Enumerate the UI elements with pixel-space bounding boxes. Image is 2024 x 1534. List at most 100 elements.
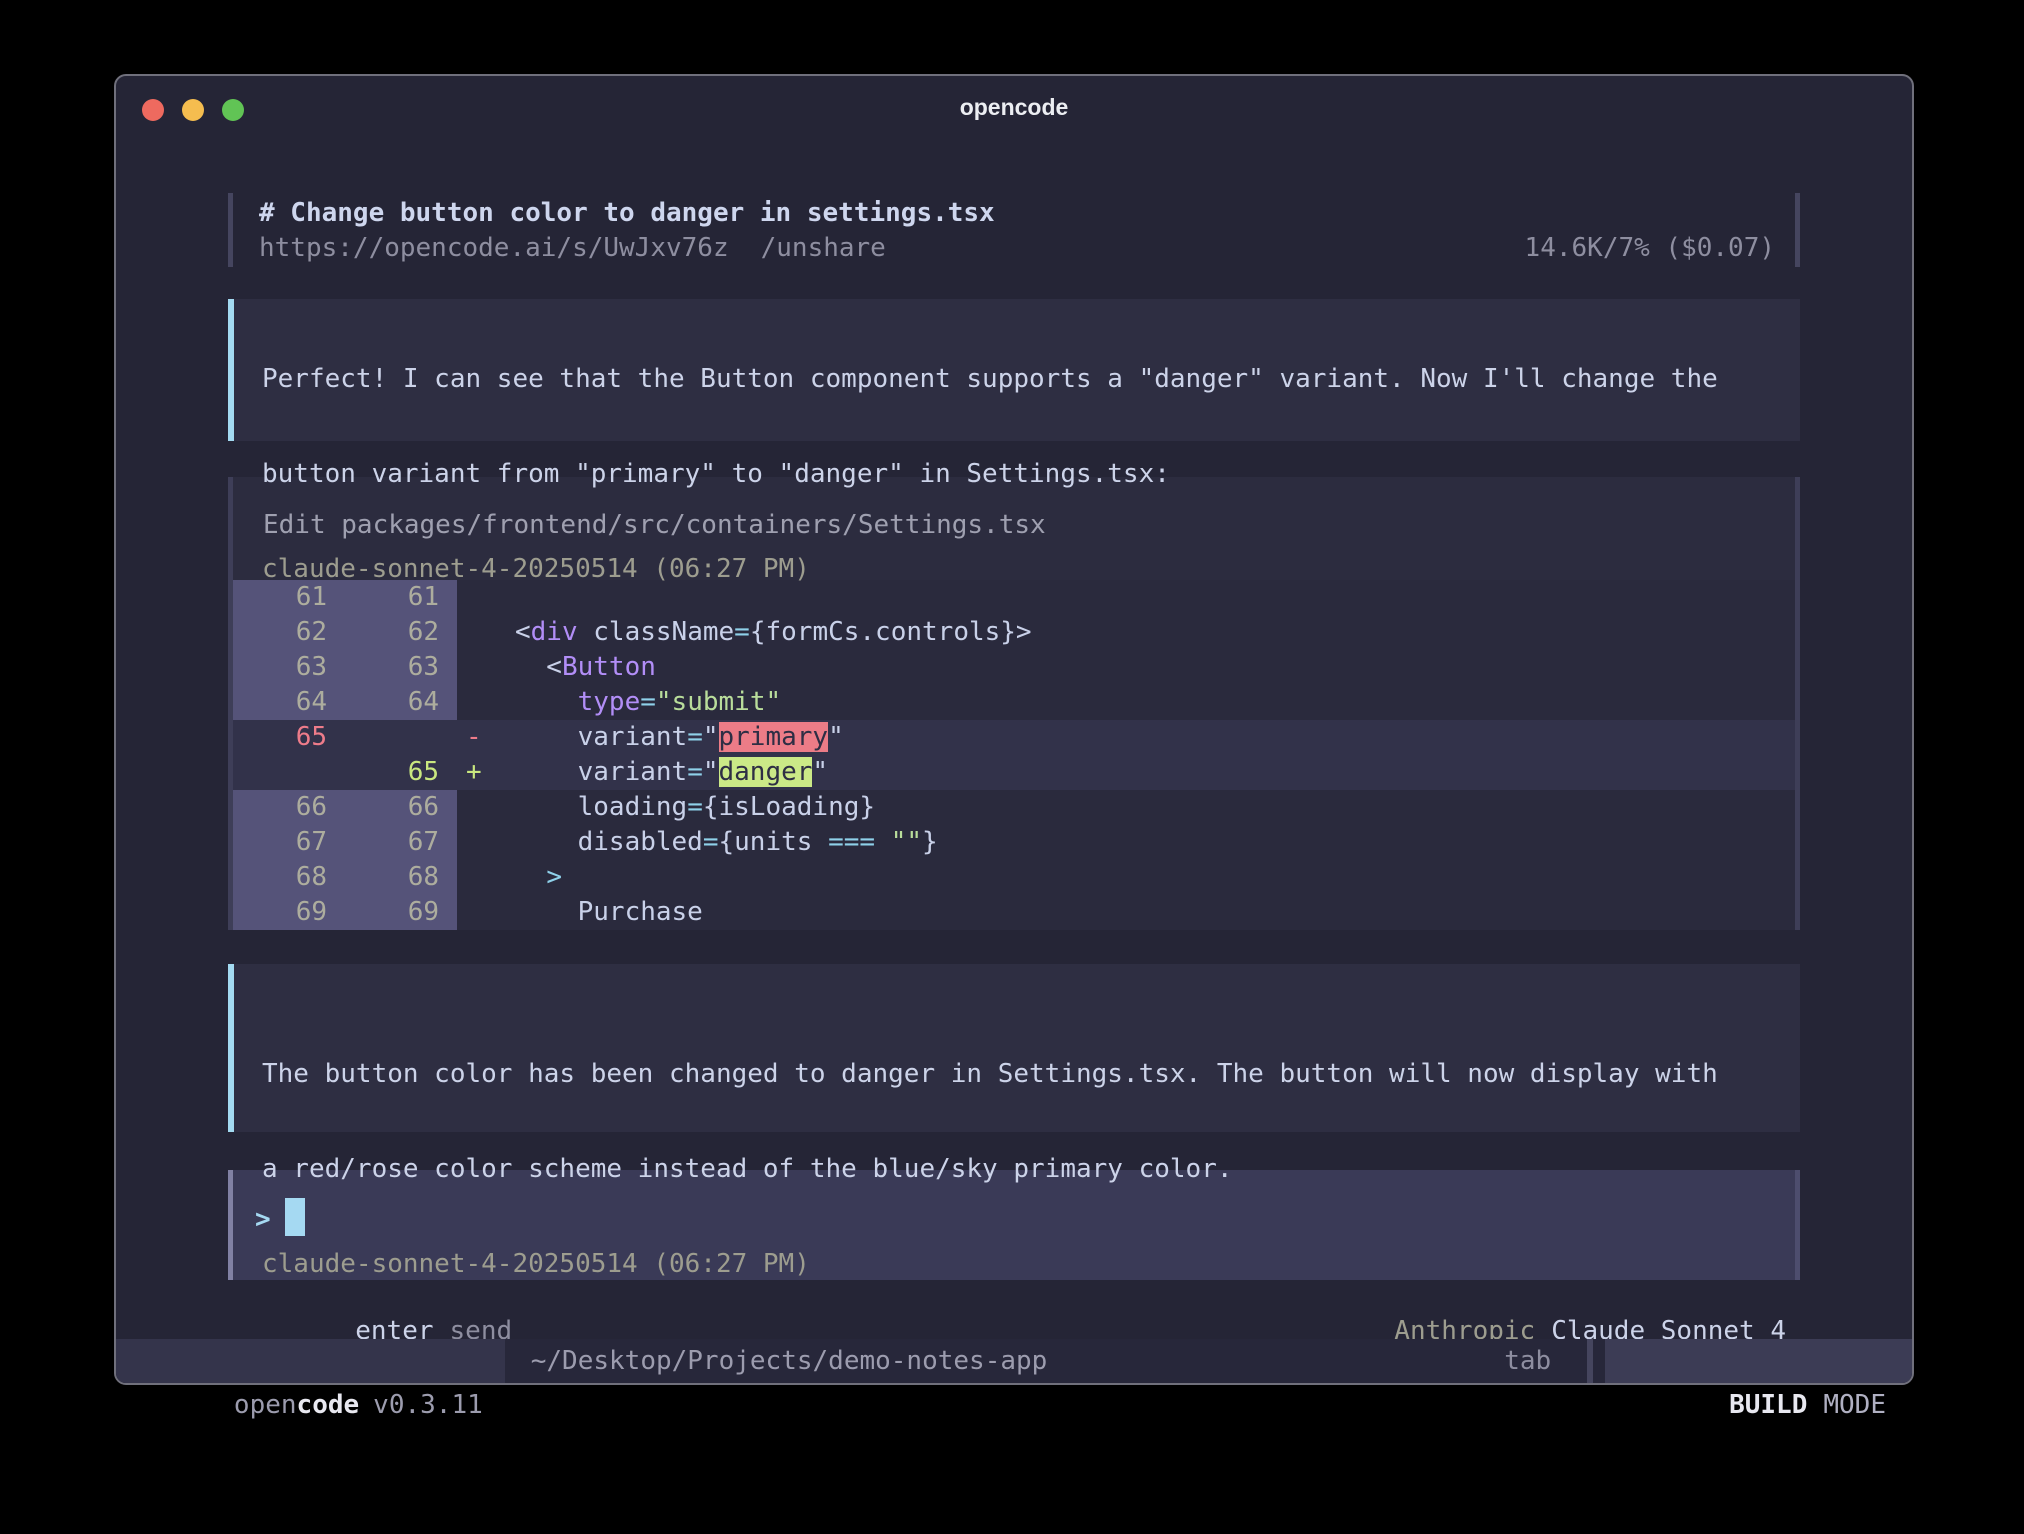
code-line: <Button <box>491 650 1795 685</box>
session-header: # Change button color to danger in setti… <box>228 193 1800 267</box>
diff-row: 6767 disabled={units === ""} <box>233 825 1795 860</box>
code-token: {units <box>719 827 829 857</box>
code-token: = <box>687 792 703 822</box>
diff-sign: + <box>457 755 491 790</box>
status-bar: opencodev0.3.11 ~/Desktop/Projects/demo-… <box>116 1339 1912 1383</box>
code-token <box>515 687 578 717</box>
code-token: = <box>734 617 750 647</box>
diff-row: 6464 type="submit" <box>233 685 1795 720</box>
code-token: = <box>640 687 656 717</box>
app-version-chip: opencodev0.3.11 <box>116 1339 505 1383</box>
old-line-number: 65 <box>233 720 345 755</box>
old-line-number: 61 <box>233 580 345 615</box>
unshare-command[interactable]: /unshare <box>761 231 886 266</box>
code-token: variant <box>515 722 687 752</box>
share-url-link[interactable]: https://opencode.ai/s/UwJxv76z <box>259 231 729 266</box>
code-token: loading <box>515 792 687 822</box>
code-token: disabled <box>515 827 703 857</box>
old-line-number: 68 <box>233 860 345 895</box>
code-line <box>491 580 1795 615</box>
edit-tool-card: Edit packages/frontend/src/containers/Se… <box>228 477 1800 930</box>
code-token: = <box>687 757 703 787</box>
mode-primary: BUILD <box>1729 1390 1807 1420</box>
code-token: type <box>578 687 641 717</box>
code-line: Purchase <box>491 895 1795 930</box>
diff-sign <box>457 825 491 860</box>
code-token: {isLoading} <box>703 792 875 822</box>
diff-sign <box>457 895 491 930</box>
code-line: loading={isLoading} <box>491 790 1795 825</box>
code-token: "" <box>891 827 922 857</box>
working-directory: ~/Desktop/Projects/demo-notes-app <box>531 1339 1048 1383</box>
diff-row: 6161 <box>233 580 1795 615</box>
assistant-message: Perfect! I can see that the Button compo… <box>228 299 1800 441</box>
statusbar-divider <box>1587 1339 1593 1383</box>
code-token <box>875 827 891 857</box>
mode-toggle-chip[interactable]: BUILDMODE <box>1605 1339 1912 1383</box>
diff-view: 61616262<div className={formCs.controls}… <box>233 580 1795 930</box>
old-line-number <box>233 755 345 790</box>
titlebar: opencode <box>116 76 1912 144</box>
diff-sign <box>457 860 491 895</box>
app-version: v0.3.11 <box>373 1390 483 1420</box>
old-line-number: 66 <box>233 790 345 825</box>
code-token: < <box>515 652 562 682</box>
code-token: > <box>546 862 562 892</box>
message-text: The button color has been changed to dan… <box>262 1057 1780 1092</box>
code-token: " <box>703 757 719 787</box>
code-token: === <box>828 827 875 857</box>
message-text: Perfect! I can see that the Button compo… <box>262 362 1780 397</box>
prompt-caret: > <box>255 1205 271 1235</box>
new-line-number: 66 <box>345 790 457 825</box>
assistant-message: The button color has been changed to dan… <box>228 964 1800 1132</box>
diff-row: 6666 loading={isLoading} <box>233 790 1795 825</box>
code-token: } <box>922 827 938 857</box>
diff-sign <box>457 580 491 615</box>
code-line: variant="danger" <box>491 755 1795 790</box>
new-line-number: 62 <box>345 615 457 650</box>
code-token: < <box>515 617 531 647</box>
new-line-number: 68 <box>345 860 457 895</box>
text-cursor <box>285 1198 305 1236</box>
code-token: = <box>703 827 719 857</box>
new-line-number <box>345 720 457 755</box>
code-token: {formCs.controls}> <box>750 617 1032 647</box>
diff-row: 6363 <Button <box>233 650 1795 685</box>
diff-sign <box>457 615 491 650</box>
code-line: disabled={units === ""} <box>491 825 1795 860</box>
code-line: > <box>491 860 1795 895</box>
diff-sign <box>457 685 491 720</box>
old-line-number: 63 <box>233 650 345 685</box>
old-line-number: 69 <box>233 895 345 930</box>
code-token: className <box>578 617 735 647</box>
app-name-code: code <box>297 1390 360 1420</box>
diff-row: 65 - variant="primary" <box>233 720 1795 755</box>
code-token: Purchase <box>515 897 703 927</box>
code-line: type="submit" <box>491 685 1795 720</box>
code-token: Button <box>562 652 656 682</box>
old-line-number: 64 <box>233 685 345 720</box>
new-line-number: 67 <box>345 825 457 860</box>
code-token: " <box>828 722 844 752</box>
code-line: <div className={formCs.controls}> <box>491 615 1795 650</box>
diff-sign: - <box>457 720 491 755</box>
edit-file-path: Edit packages/frontend/src/containers/Se… <box>233 508 1795 543</box>
code-token: "submit" <box>656 687 781 717</box>
new-line-number: 61 <box>345 580 457 615</box>
code-token: danger <box>719 757 813 787</box>
code-token: " <box>703 722 719 752</box>
diff-sign <box>457 650 491 685</box>
app-name-open: open <box>234 1390 297 1420</box>
new-line-number: 63 <box>345 650 457 685</box>
window-title: opencode <box>116 94 1912 121</box>
tab-keybind-hint: tab <box>1504 1339 1551 1383</box>
new-line-number: 64 <box>345 685 457 720</box>
new-line-number: 65 <box>345 755 457 790</box>
diff-sign <box>457 790 491 825</box>
token-usage-badge: 14.6K/7% ($0.07) <box>1525 231 1775 266</box>
diff-row: 6969 Purchase <box>233 895 1795 930</box>
diff-row: 6262<div className={formCs.controls}> <box>233 615 1795 650</box>
code-token <box>515 862 546 892</box>
code-line: variant="primary" <box>491 720 1795 755</box>
diff-row: 65+ variant="danger" <box>233 755 1795 790</box>
